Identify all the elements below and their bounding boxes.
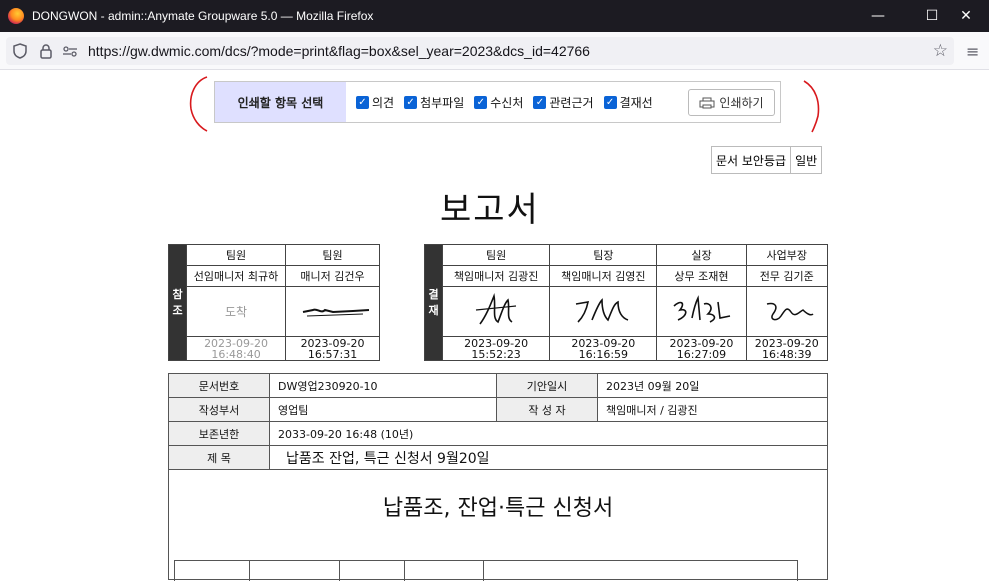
signature-image <box>656 286 747 337</box>
checkbox-opinion[interactable]: ✓ 의견 <box>356 82 394 122</box>
approval-time: 16:48:39 <box>762 347 812 361</box>
approval-name: 전무 김기준 <box>745 265 828 287</box>
reference-arrival-status: 도착 <box>185 286 287 337</box>
printer-icon <box>699 97 715 108</box>
checkmark-icon: ✓ <box>533 95 547 109</box>
reference-role: 팀원 <box>285 244 380 266</box>
shield-icon[interactable] <box>10 43 30 59</box>
checkbox-label: 관련근거 <box>549 95 594 110</box>
approval-role: 사업부장 <box>745 244 828 266</box>
approval-time: 16:16:59 <box>578 347 629 361</box>
close-button[interactable]: ✕ <box>943 0 989 32</box>
print-options-label: 인쇄할 항목 선택 <box>215 82 346 122</box>
checkmark-icon: ✓ <box>474 95 488 109</box>
document-title: 보고서 <box>440 190 540 230</box>
menu-icon[interactable]: ≡ <box>966 42 979 61</box>
approval-date: 2023-09-20 <box>571 336 636 350</box>
signature-image <box>745 286 828 337</box>
department-value: 영업팀 <box>269 397 497 422</box>
print-button-label: 인쇄하기 <box>719 96 764 110</box>
checkbox-reference-basis[interactable]: ✓ 관련근거 <box>533 82 594 122</box>
document-body: 납품조, 잔업·특근 신청서 <box>168 470 828 581</box>
body-table-top <box>174 560 798 581</box>
approval-table: 결재 팀원 팀장 실장 사업부장 책임매니저 김광진 책임매니저 김영진 상무 … <box>424 244 828 361</box>
subject-value: 납품조 잔업, 특근 신청서 9월20일 <box>269 445 828 470</box>
address-bar[interactable]: https://gw.dwmic.com/dcs/?mode=print&fla… <box>6 37 954 65</box>
reference-date: 2023-09-20 <box>204 336 268 350</box>
retention-label: 보존년한 <box>168 421 270 446</box>
signature-image <box>285 286 380 337</box>
permissions-icon[interactable] <box>60 45 80 57</box>
firefox-icon <box>8 8 24 24</box>
approval-time: 16:27:09 <box>676 347 727 361</box>
doc-number-value: DW영업230920-10 <box>269 373 497 398</box>
checkbox-attachment[interactable]: ✓ 첨부파일 <box>404 82 464 122</box>
approval-date: 2023-09-20 <box>754 336 819 350</box>
checkbox-label: 의견 <box>372 95 395 110</box>
department-label: 작성부서 <box>168 397 270 422</box>
reference-time: 16:57:31 <box>307 347 358 361</box>
author-value: 책임매니저 / 김광진 <box>597 397 828 422</box>
page-content: 인쇄할 항목 선택 ✓ 의견 ✓ 첨부파일 ✓ 수신처 ✓ 관련근거 ✓ 결재선 인쇄하기… <box>0 70 989 581</box>
security-level-value: 일반 <box>795 153 818 168</box>
draft-date-label: 기안일시 <box>496 373 598 398</box>
reference-side-label: 참조 <box>168 244 187 361</box>
security-level: 문서 보안등급 일반 <box>711 146 823 174</box>
retention-value: 2033-09-20 16:48 (10년) <box>269 421 828 446</box>
checkbox-label: 첨부파일 <box>420 95 465 110</box>
approval-date: 2023-09-20 <box>464 336 529 350</box>
reference-role: 팀원 <box>185 244 287 266</box>
checkbox-recipients[interactable]: ✓ 수신처 <box>474 82 523 122</box>
reference-name: 매니저 김건우 <box>285 265 380 287</box>
reference-date: 2023-09-20 <box>300 336 365 350</box>
checkmark-icon: ✓ <box>603 95 617 109</box>
signature-image <box>549 286 658 337</box>
approval-role: 팀원 <box>441 244 551 266</box>
doc-number-label: 문서번호 <box>168 373 270 398</box>
approval-time: 15:52:23 <box>471 347 521 361</box>
approval-role: 실장 <box>656 244 747 266</box>
draft-date-value: 2023년 09월 20일 <box>597 373 828 398</box>
document-info-table: 문서번호 DW영업230920-10 기안일시 2023년 09월 20일 작성… <box>168 373 828 470</box>
minimize-button[interactable]: — <box>855 0 901 32</box>
print-button[interactable]: 인쇄하기 <box>688 89 775 116</box>
approval-name: 책임매니저 김광진 <box>441 265 551 287</box>
signature-image <box>441 286 551 337</box>
approval-side-label: 결재 <box>424 244 443 361</box>
url-text: https://gw.dwmic.com/dcs/?mode=print&fla… <box>88 43 590 59</box>
approval-date: 2023-09-20 <box>669 336 734 350</box>
approval-name: 책임매니저 김영진 <box>549 265 658 287</box>
reference-name: 선임매니저 최규하 <box>185 265 287 287</box>
checkmark-icon: ✓ <box>404 95 418 109</box>
reference-table: 참조 팀원 팀원 선임매니저 최규하 매니저 김건우 도착 2023-09-20… <box>168 244 380 361</box>
security-level-label: 문서 보안등급 <box>712 147 792 173</box>
checkbox-label: 수신처 <box>490 95 524 110</box>
bookmark-star-icon[interactable]: ☆ <box>933 41 948 61</box>
window-title: DONGWON - admin::Anymate Groupware 5.0 —… <box>32 9 374 23</box>
checkbox-approval-line[interactable]: ✓ 결재선 <box>603 82 653 122</box>
red-bracket-left-mark <box>189 76 208 132</box>
checkmark-icon: ✓ <box>356 95 369 109</box>
approval-role: 팀장 <box>549 244 658 266</box>
reference-time: 16:48:40 <box>211 347 261 361</box>
lock-icon[interactable] <box>36 43 56 59</box>
body-title: 납품조, 잔업·특근 신청서 <box>382 496 614 521</box>
window-titlebar: DONGWON - admin::Anymate Groupware 5.0 —… <box>0 0 989 32</box>
checkbox-label: 결재선 <box>619 95 653 110</box>
navigation-toolbar: https://gw.dwmic.com/dcs/?mode=print&fla… <box>0 32 989 70</box>
subject-label: 제 목 <box>168 445 270 470</box>
red-bracket-right-mark <box>803 80 820 133</box>
author-label: 작 성 자 <box>496 397 598 422</box>
approval-name: 상무 조재현 <box>656 265 747 287</box>
